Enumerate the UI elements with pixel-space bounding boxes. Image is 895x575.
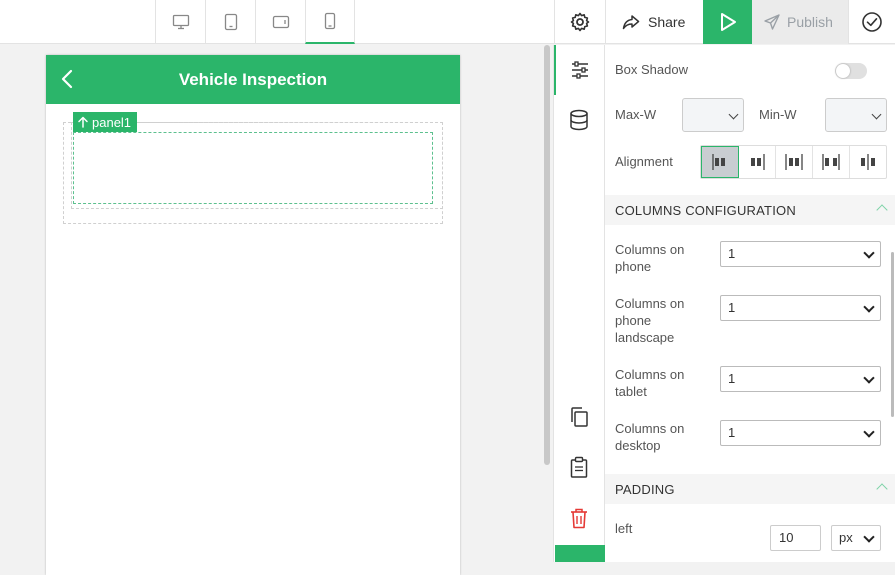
play-icon [720,13,736,31]
columns-phone-select[interactable]: 1 [720,241,881,267]
share-label: Share [648,14,686,30]
paste-button[interactable] [554,442,604,492]
chevron-up-icon [876,204,888,216]
phone-preview: Vehicle Inspection panel1 [46,55,460,575]
align-end-icon [751,154,765,170]
device-desktop-button[interactable] [155,0,205,44]
padding-left-unit-select[interactable]: px [831,525,881,551]
trash-icon [571,508,587,529]
inspector-tab-strip [553,45,605,562]
chevron-up-icon [876,483,888,495]
tab-data[interactable] [554,95,604,145]
copy-icon [571,407,588,427]
columns-section-title: COLUMNS CONFIGURATION [615,202,796,218]
delete-button[interactable] [554,493,604,543]
space-around-icon [861,154,875,170]
align-center-button[interactable] [776,146,813,178]
align-center-icon [785,154,803,170]
app-settings-button[interactable] [554,0,604,44]
padding-left-unit: px [839,530,853,545]
max-w-select[interactable] [682,98,744,132]
padding-left-input[interactable]: 10 [770,525,821,551]
canvas-scrollbar[interactable] [544,45,550,465]
columns-phone-value: 1 [728,246,736,261]
top-toolbar: Share Publish [0,0,895,44]
tablet-landscape-icon [272,15,289,29]
min-w-select[interactable] [825,98,887,132]
columns-tablet-select[interactable]: 1 [720,366,881,392]
clipboard-icon [570,456,588,478]
device-tablet-button[interactable] [205,0,255,44]
panel1-component[interactable] [73,132,433,204]
checklist-button[interactable] [848,0,895,44]
columns-phone-label: Columns on phone [615,242,685,274]
min-w-label: Min-W [759,107,797,122]
columns-phone-landscape-label: Columns on phone landscape [615,296,685,345]
padding-section-title: PADDING [615,481,675,497]
tablet-icon [224,13,237,31]
box-shadow-label: Box Shadow [615,62,688,77]
columns-tablet-label: Columns on tablet [615,367,685,399]
screen-title: Vehicle Inspection [178,69,328,89]
alignment-label: Alignment [615,154,673,169]
panel-tag[interactable]: panel1 [73,112,138,132]
desktop-icon [172,14,189,30]
properties-panel: Box Shadow Max-W Min-W Alignment COLUMNS… [605,45,895,562]
panel-tag-label: panel1 [92,114,132,130]
arrow-up-icon [78,116,88,128]
columns-tablet-value: 1 [728,371,736,386]
align-end-button[interactable] [739,146,776,178]
phone-icon [324,12,336,30]
device-tablet-landscape-button[interactable] [255,0,305,44]
alignment-group [700,145,887,179]
max-w-label: Max-W [615,107,657,122]
share-button[interactable]: Share [605,0,703,44]
back-arrow-icon[interactable] [56,67,80,91]
align-space-around-button[interactable] [850,146,886,178]
tab-properties[interactable] [554,45,604,95]
sliders-icon [572,61,588,79]
columns-phone-landscape-select[interactable]: 1 [720,295,881,321]
share-icon [622,15,640,30]
box-shadow-toggle[interactable] [835,63,867,79]
preview-play-button[interactable] [703,0,752,44]
device-phone-button[interactable] [305,0,355,44]
panel-scrollbar[interactable] [891,252,894,417]
padding-left-label: left [615,521,633,536]
publish-button[interactable]: Publish [752,0,848,44]
database-icon [570,109,588,131]
columns-phone-landscape-value: 1 [728,300,736,315]
help-button[interactable] [555,545,605,562]
gear-icon [570,12,589,32]
align-start-icon [712,154,725,170]
padding-section-header[interactable]: PADDING [605,474,895,504]
publish-label: Publish [787,14,833,30]
padding-left-value: 10 [779,530,794,545]
space-between-icon [822,154,840,170]
check-circle-icon [862,12,882,32]
columns-section-header[interactable]: COLUMNS CONFIGURATION [605,195,895,225]
columns-desktop-select[interactable]: 1 [720,420,881,446]
align-start-button[interactable] [701,146,739,178]
columns-desktop-value: 1 [728,425,736,440]
align-space-between-button[interactable] [813,146,850,178]
paper-plane-icon [764,14,780,30]
screen-header: Vehicle Inspection [46,55,460,104]
columns-desktop-label: Columns on desktop [615,421,685,453]
copy-button[interactable] [554,392,604,442]
